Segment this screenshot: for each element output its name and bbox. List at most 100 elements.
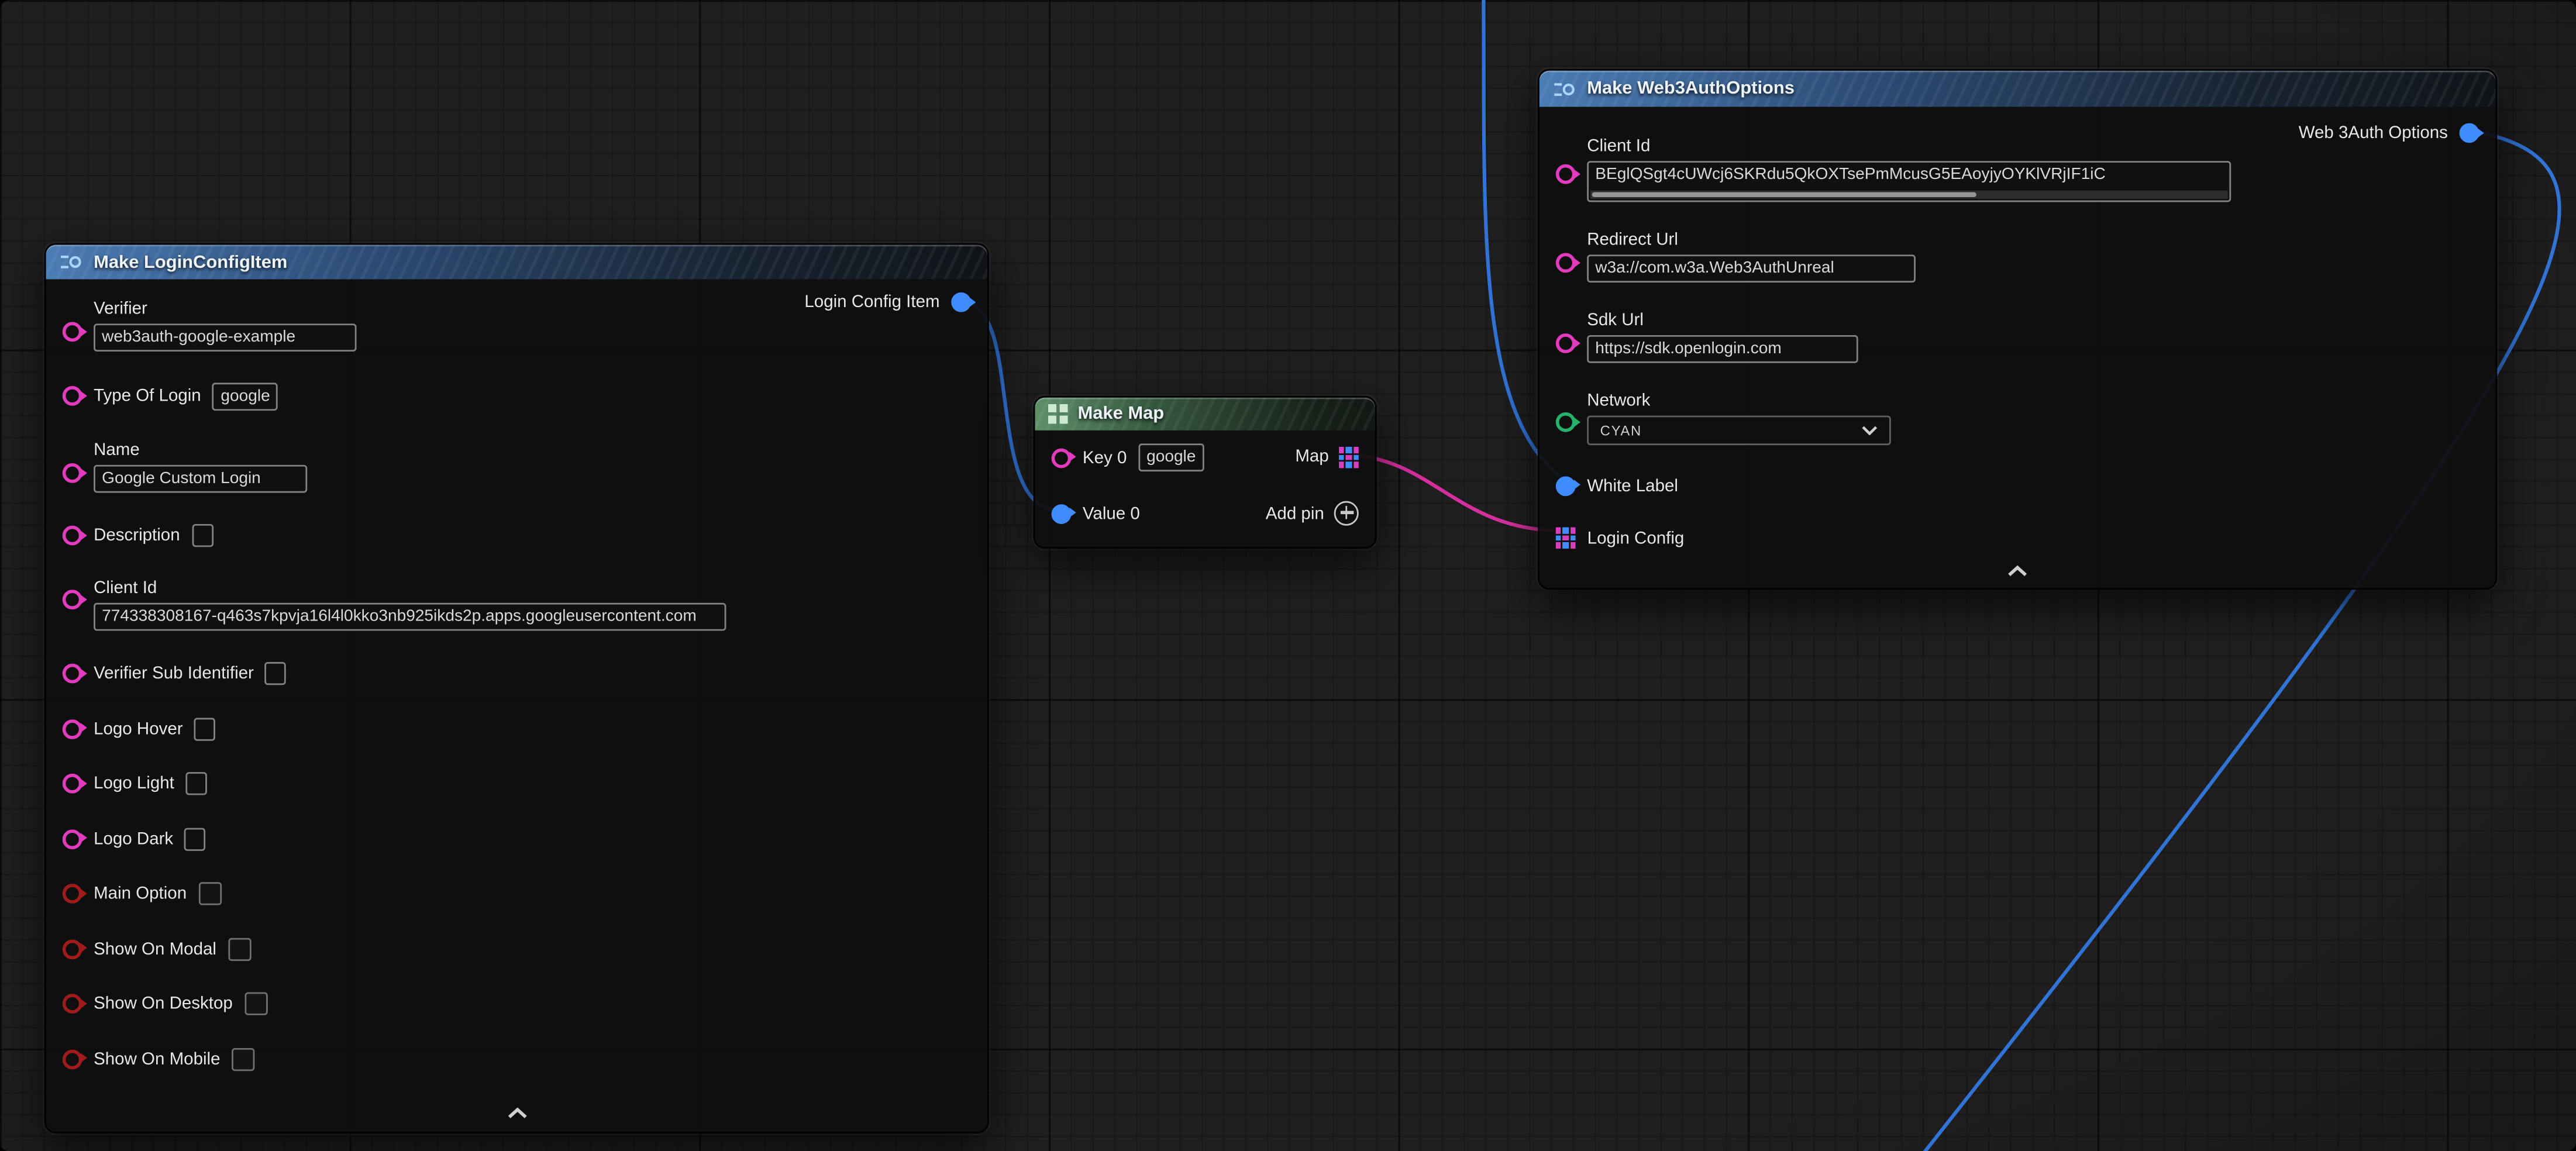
pin-label: Name [94, 440, 307, 460]
description-input[interactable] [191, 524, 213, 547]
name-input[interactable]: Google Custom Login [94, 465, 307, 493]
string-pin[interactable] [63, 829, 82, 849]
string-pin[interactable] [1556, 253, 1576, 273]
redirect-url-input[interactable]: w3a://com.w3a.Web3AuthUnreal [1587, 254, 1916, 282]
pin-row: Name Google Custom Login [63, 440, 971, 493]
struct-output-pin[interactable] [2460, 123, 2479, 143]
pin-label: Verifier Sub Identifier [94, 664, 254, 684]
pin-row: Key 0 google Map [1052, 443, 1359, 471]
pin-row: Redirect Url w3a://com.w3a.Web3AuthUnrea… [1556, 230, 2479, 282]
add-pin-button[interactable]: Add pin [1266, 501, 1359, 526]
sdk-url-input[interactable]: https://sdk.openlogin.com [1587, 335, 1858, 363]
network-dropdown[interactable]: CYAN [1587, 416, 1891, 446]
collapse-chevron-icon[interactable] [505, 1097, 528, 1127]
key-0-input[interactable]: google [1138, 443, 1204, 471]
blueprint-graph-canvas[interactable]: Make LoginConfigItem Login Config Item V… [0, 0, 2576, 1151]
output-pin-label: Map [1295, 447, 1328, 467]
map-grid-icon [1048, 404, 1068, 424]
string-pin[interactable] [63, 463, 82, 483]
output-pin-row: Web 3Auth Options [2299, 123, 2479, 143]
show-on-mobile-checkbox[interactable] [232, 1047, 254, 1070]
bool-pin[interactable] [63, 884, 82, 904]
pin-row: Description [63, 523, 971, 548]
output-pin-label: Web 3Auth Options [2299, 123, 2448, 143]
verifier-sub-identifier-input[interactable] [266, 662, 287, 685]
string-pin[interactable] [1556, 333, 1576, 353]
pin-label: Show On Modal [94, 939, 216, 959]
logo-dark-input[interactable] [185, 827, 206, 850]
show-on-modal-checkbox[interactable] [228, 937, 251, 960]
pin-row: Show On Modal [63, 936, 971, 961]
pin-label: Sdk Url [1587, 311, 1858, 330]
pin-label: White Label [1587, 475, 1678, 495]
string-pin[interactable] [1556, 164, 1576, 184]
node-header[interactable]: Make Map [1035, 398, 1375, 430]
map-pin[interactable] [1556, 528, 1576, 548]
wire[interactable] [1349, 455, 1561, 530]
main-option-checkbox[interactable] [198, 882, 221, 905]
pin-row: Verifier Sub Identifier [63, 661, 971, 686]
collapse-chevron-icon[interactable] [2006, 555, 2029, 585]
show-on-desktop-checkbox[interactable] [244, 992, 267, 1015]
logo-light-input[interactable] [186, 772, 208, 795]
struct-pin[interactable] [1556, 475, 1576, 495]
node-make-loginconfigitem[interactable]: Make LoginConfigItem Login Config Item V… [44, 243, 989, 1133]
logo-hover-input[interactable] [194, 717, 216, 740]
struct-output-pin[interactable] [951, 292, 971, 312]
pin-row: Value 0 Add pin [1052, 501, 1359, 526]
struct-pin[interactable] [1052, 504, 1072, 523]
pin-label: Client Id [94, 578, 726, 598]
blueprint-editor-window: Make LoginConfigItem Login Config Item V… [0, 0, 2576, 1151]
pin-row: Logo Hover [63, 716, 971, 741]
type-of-login-input[interactable]: google [212, 382, 278, 410]
map-output-pin[interactable] [1339, 447, 1359, 467]
enum-pin[interactable] [1556, 412, 1576, 432]
add-pin-icon [1334, 501, 1359, 526]
pin-row: Login Config [1556, 526, 2479, 550]
pin-row: Client Id BEglQSgt4cUWcj6SKRdu5QkOXTsePm… [1556, 136, 2479, 202]
make-struct-icon [59, 253, 84, 271]
pin-row: White Label [1556, 473, 2479, 498]
pin-label: Show On Desktop [94, 994, 233, 1014]
bool-pin[interactable] [63, 1049, 82, 1069]
pin-label: Logo Light [94, 774, 174, 794]
chevron-down-icon [1861, 425, 1878, 435]
node-body: Web 3Auth Options Client Id BEglQSgt4cUW… [1540, 107, 2496, 590]
map-output-row: Map [1295, 447, 1358, 467]
node-make-map[interactable]: Make Map Key 0 google Map Value 0 Add pi… [1034, 396, 1377, 549]
pin-label: Main Option [94, 884, 187, 904]
pin-label: Logo Dark [94, 829, 173, 849]
string-pin[interactable] [63, 664, 82, 684]
string-pin[interactable] [63, 322, 82, 342]
string-pin[interactable] [63, 719, 82, 739]
string-pin[interactable] [63, 526, 82, 546]
node-header[interactable]: Make Web3AuthOptions [1540, 71, 2496, 107]
pin-label: Redirect Url [1587, 230, 1916, 250]
node-make-web3authoptions[interactable]: Make Web3AuthOptions Web 3Auth Options C… [1538, 69, 2497, 590]
pin-row: Sdk Url https://sdk.openlogin.com [1556, 311, 2479, 363]
pin-row: Logo Light [63, 771, 971, 796]
pin-label: Show On Mobile [94, 1049, 220, 1069]
node-body: Key 0 google Map Value 0 Add pin [1035, 430, 1375, 547]
network-selected-value: CYAN [1600, 422, 1642, 439]
pin-label: Network [1587, 391, 1891, 411]
pin-label: Verifier [94, 299, 356, 319]
string-pin[interactable] [63, 774, 82, 794]
node-header[interactable]: Make LoginConfigItem [46, 244, 987, 279]
bool-pin[interactable] [63, 994, 82, 1014]
pin-label: Value 0 [1083, 504, 1140, 523]
string-pin[interactable] [63, 386, 82, 406]
pin-label: Key 0 [1083, 447, 1127, 467]
client-id-input[interactable]: BEglQSgt4cUWcj6SKRdu5QkOXTsePmMcusG5EAoy… [1587, 161, 2231, 202]
make-struct-icon [1552, 80, 1577, 98]
string-pin[interactable] [1052, 447, 1072, 467]
pin-label: Description [94, 526, 180, 546]
bool-pin[interactable] [63, 939, 82, 959]
verifier-input[interactable]: web3auth-google-example [94, 323, 356, 351]
pin-row: Show On Mobile [63, 1046, 971, 1071]
pin-row: Logo Dark [63, 826, 971, 851]
client-id-input[interactable]: 774338308167-q463s7kpvja16l4l0kko3nb925i… [94, 603, 726, 631]
string-pin[interactable] [63, 590, 82, 609]
node-title: Make LoginConfigItem [94, 252, 287, 272]
output-pin-row: Login Config Item [804, 292, 971, 312]
